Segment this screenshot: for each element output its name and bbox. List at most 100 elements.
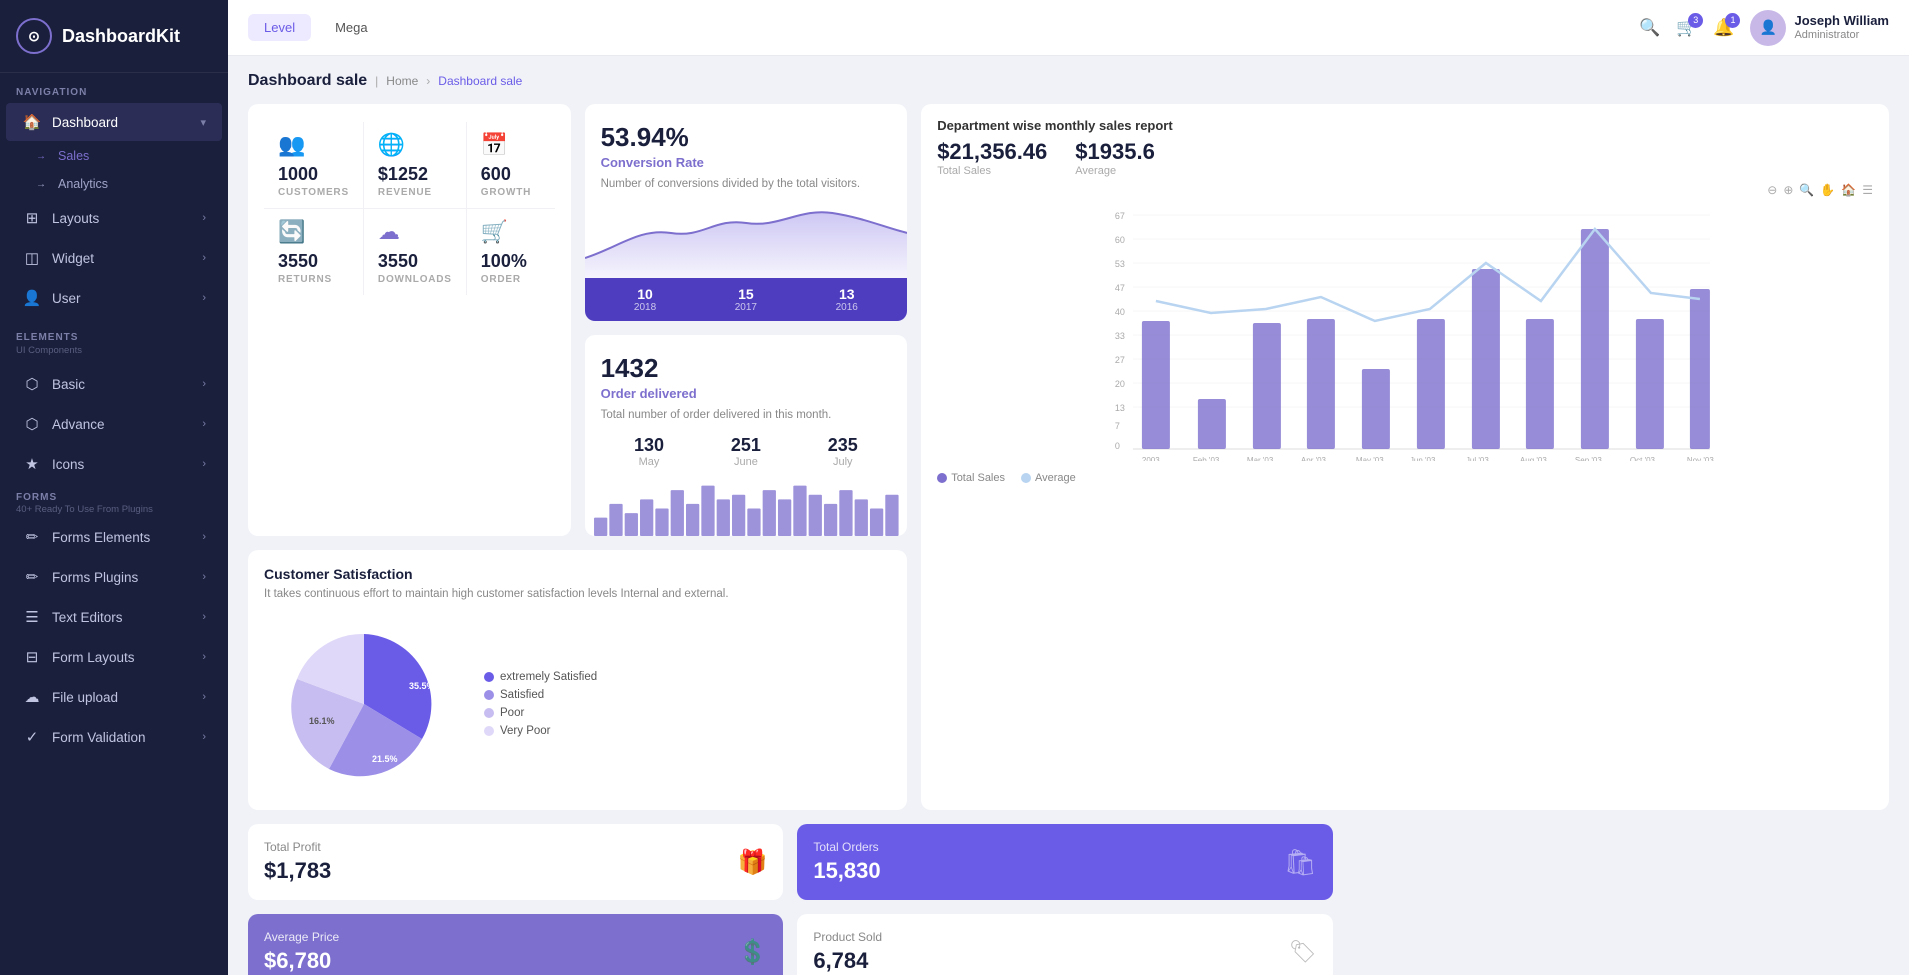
order-bar-chart [585, 476, 908, 536]
svg-text:33: 33 [1115, 331, 1125, 341]
sidebar-item-text-editors[interactable]: ☰ Text Editors › [6, 598, 222, 636]
user-profile[interactable]: 👤 Joseph William Administrator [1750, 10, 1889, 46]
legend-poor: Poor [484, 707, 597, 719]
forms-sub-label: 40+ Ready To Use From Plugins [16, 504, 212, 515]
cart-badge: 3 [1688, 13, 1703, 28]
sidebar-item-label: Dashboard [52, 115, 118, 130]
satisfaction-card: Customer Satisfaction It takes continuou… [248, 550, 907, 810]
satisfaction-desc: It takes continuous effort to maintain h… [264, 586, 891, 602]
file-upload-icon: ☁ [22, 688, 42, 706]
conversion-area-chart [585, 198, 908, 278]
page-title: Dashboard sale [248, 72, 367, 90]
elements-section-label: ELEMENTS [0, 318, 228, 345]
metrics-column: 53.94% Conversion Rate Number of convers… [585, 104, 908, 536]
move-icon[interactable]: ✋ [1820, 183, 1835, 197]
user-info: Joseph William Administrator [1794, 13, 1889, 42]
legend-very-poor: Very Poor [484, 725, 597, 737]
sidebar-item-label: Advance [52, 417, 105, 432]
home-chart-icon[interactable]: 🏠 [1841, 183, 1856, 197]
date-num: 10 [634, 286, 656, 302]
sidebar-item-label: Icons [52, 457, 84, 472]
sidebar-item-advance[interactable]: ⬡ Advance › [6, 405, 222, 443]
text-editors-icon: ☰ [22, 608, 42, 626]
pie-legend: extremely Satisfied Satisfied Poor [484, 671, 597, 737]
sidebar-item-basic[interactable]: ⬡ Basic › [6, 365, 222, 403]
date-label-3: 13 2016 [836, 286, 858, 313]
search-chart-icon[interactable]: 🔍 [1799, 183, 1814, 197]
conversion-desc: Number of conversions divided by the tot… [601, 176, 892, 192]
sidebar-item-forms-plugins[interactable]: ✏ Forms Plugins › [6, 558, 222, 596]
pie-chart: 35.5% 21.5% 16.1% [264, 614, 464, 794]
stat-returns: 🔄 3550 RETURNS [264, 209, 364, 295]
svg-text:47: 47 [1115, 283, 1125, 293]
sidebar-item-icons[interactable]: ★ Icons › [6, 445, 222, 483]
stat-value: $1252 [378, 164, 428, 185]
tab-level[interactable]: Level [248, 14, 311, 41]
product-icon: 🏷 [1289, 939, 1317, 965]
icons-icon: ★ [22, 455, 42, 473]
total-sales: $21,356.46 Total Sales [937, 139, 1047, 177]
layouts-icon: ⊞ [22, 209, 42, 227]
form-layouts-icon: ⊟ [22, 648, 42, 666]
orders-label: Total Orders [813, 840, 880, 854]
sidebar-item-layouts[interactable]: ⊞ Layouts › [6, 199, 222, 237]
menu-chart-icon[interactable]: ☰ [1862, 183, 1873, 197]
basic-icon: ⬡ [22, 375, 42, 393]
sidebar-item-label: File upload [52, 690, 118, 705]
chevron-icon: › [202, 418, 206, 430]
sidebar-item-forms-elements[interactable]: ✏ Forms Elements › [6, 518, 222, 556]
legend-label: Satisfied [500, 689, 544, 701]
order-july: 235 July [828, 435, 858, 468]
sidebar-item-file-upload[interactable]: ☁ File upload › [6, 678, 222, 716]
conversion-title: Conversion Rate [601, 155, 892, 170]
widget-icon: ◫ [22, 249, 42, 267]
svg-text:Jul '03: Jul '03 [1466, 456, 1489, 461]
forms-plugins-icon: ✏ [22, 568, 42, 586]
notifications-button[interactable]: 🔔 1 [1713, 18, 1734, 38]
order-months: 130 May 251 June 235 July [601, 435, 892, 468]
sidebar-item-form-layouts[interactable]: ⊟ Form Layouts › [6, 638, 222, 676]
sidebar-item-sales[interactable]: → Sales [0, 142, 228, 170]
svg-text:Jun '03: Jun '03 [1410, 456, 1436, 461]
sidebar-item-label: Forms Elements [52, 530, 150, 545]
order-icon: 🛒 [481, 219, 508, 245]
forms-elements-icon: ✏ [22, 528, 42, 546]
breadcrumb-home[interactable]: Home [386, 74, 418, 88]
sidebar-item-form-validation[interactable]: ✓ Form Validation › [6, 718, 222, 756]
stats-grid: 👥 1000 CUSTOMERS 🌐 $1252 REVENUE 📅 600 G… [264, 122, 555, 295]
breadcrumb-current: Dashboard sale [438, 74, 522, 88]
date-label-1: 10 2018 [634, 286, 656, 313]
chevron-icon: › [202, 292, 206, 304]
svg-text:35.5%: 35.5% [409, 681, 435, 691]
chevron-icon: › [202, 531, 206, 543]
sidebar-item-dashboard[interactable]: 🏠 Dashboard ▾ [6, 103, 222, 141]
chart-legend: Total Sales Average [937, 472, 1873, 484]
stat-label: DOWNLOADS [378, 274, 452, 285]
sidebar-item-analytics[interactable]: → Analytics [0, 170, 228, 198]
sidebar-item-widget[interactable]: ◫ Widget › [6, 239, 222, 277]
chart-controls: ⊖ ⊕ 🔍 ✋ 🏠 ☰ [937, 183, 1873, 197]
sidebar-item-label: Basic [52, 377, 85, 392]
zoom-out-icon[interactable]: ⊖ [1767, 183, 1777, 197]
legend-average: Average [1021, 472, 1076, 484]
svg-text:53: 53 [1115, 259, 1125, 269]
chevron-icon: › [202, 731, 206, 743]
svg-text:Nov '03: Nov '03 [1687, 456, 1714, 461]
zoom-in-icon[interactable]: ⊕ [1783, 183, 1793, 197]
total-orders-card: Total Orders 15,830 🛍 [797, 824, 1332, 900]
order-label: July [828, 456, 858, 468]
tab-mega[interactable]: Mega [319, 14, 384, 41]
sidebar-item-user[interactable]: 👤 User › [6, 279, 222, 317]
profit-info: Total Profit $1,783 [264, 840, 331, 884]
forms-section-label: FORMS [16, 492, 212, 503]
legend-label: extremely Satisfied [500, 671, 597, 683]
chevron-icon: › [202, 212, 206, 224]
orders-icon: 🛍 [1284, 847, 1317, 878]
order-card: 1432 Order delivered Total number of ord… [585, 335, 908, 536]
order-label: June [731, 456, 761, 468]
sidebar-item-label: Form Layouts [52, 650, 135, 665]
cart-button[interactable]: 🛒 3 [1676, 18, 1697, 38]
orders-val: 15,830 [813, 858, 880, 884]
legend-dot [484, 690, 494, 700]
search-button[interactable]: 🔍 [1639, 18, 1660, 38]
